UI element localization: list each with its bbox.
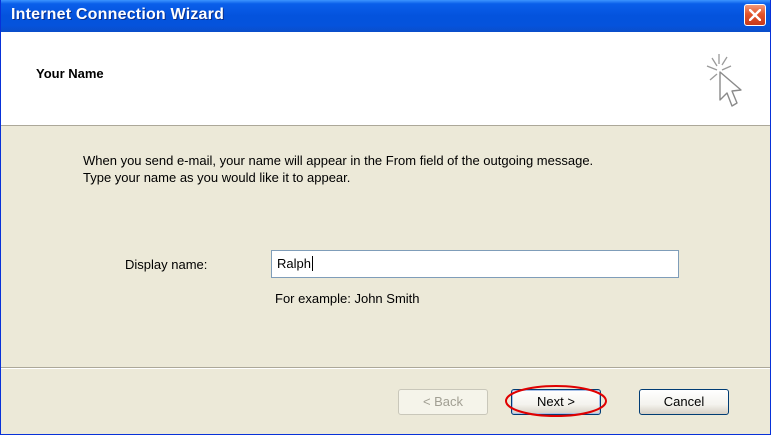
back-button[interactable]: < Back [398,389,488,415]
instructions-text: When you send e-mail, your name will app… [83,152,743,186]
footer-separator [1,367,770,369]
close-icon [749,9,761,21]
close-button[interactable] [744,4,766,26]
window-title: Internet Connection Wizard [11,6,225,23]
wizard-header: Your Name [1,32,770,126]
instructions-line-2: Type your name as you would like it to a… [83,170,351,185]
wizard-window: Internet Connection Wizard Your Name Whe… [0,0,771,435]
display-name-input[interactable]: Ralph [271,250,679,278]
page-title: Your Name [36,66,104,81]
display-name-label: Display name: [125,257,208,272]
next-button[interactable]: Next > [511,389,601,415]
title-bar[interactable]: Internet Connection Wizard [1,0,770,32]
wizard-sparkle-cursor-icon [706,54,742,107]
text-caret [311,256,313,271]
example-hint: For example: John Smith [275,291,420,306]
display-name-value: Ralph [277,256,311,271]
instructions-line-1: When you send e-mail, your name will app… [83,153,594,168]
cancel-button[interactable]: Cancel [639,389,729,415]
